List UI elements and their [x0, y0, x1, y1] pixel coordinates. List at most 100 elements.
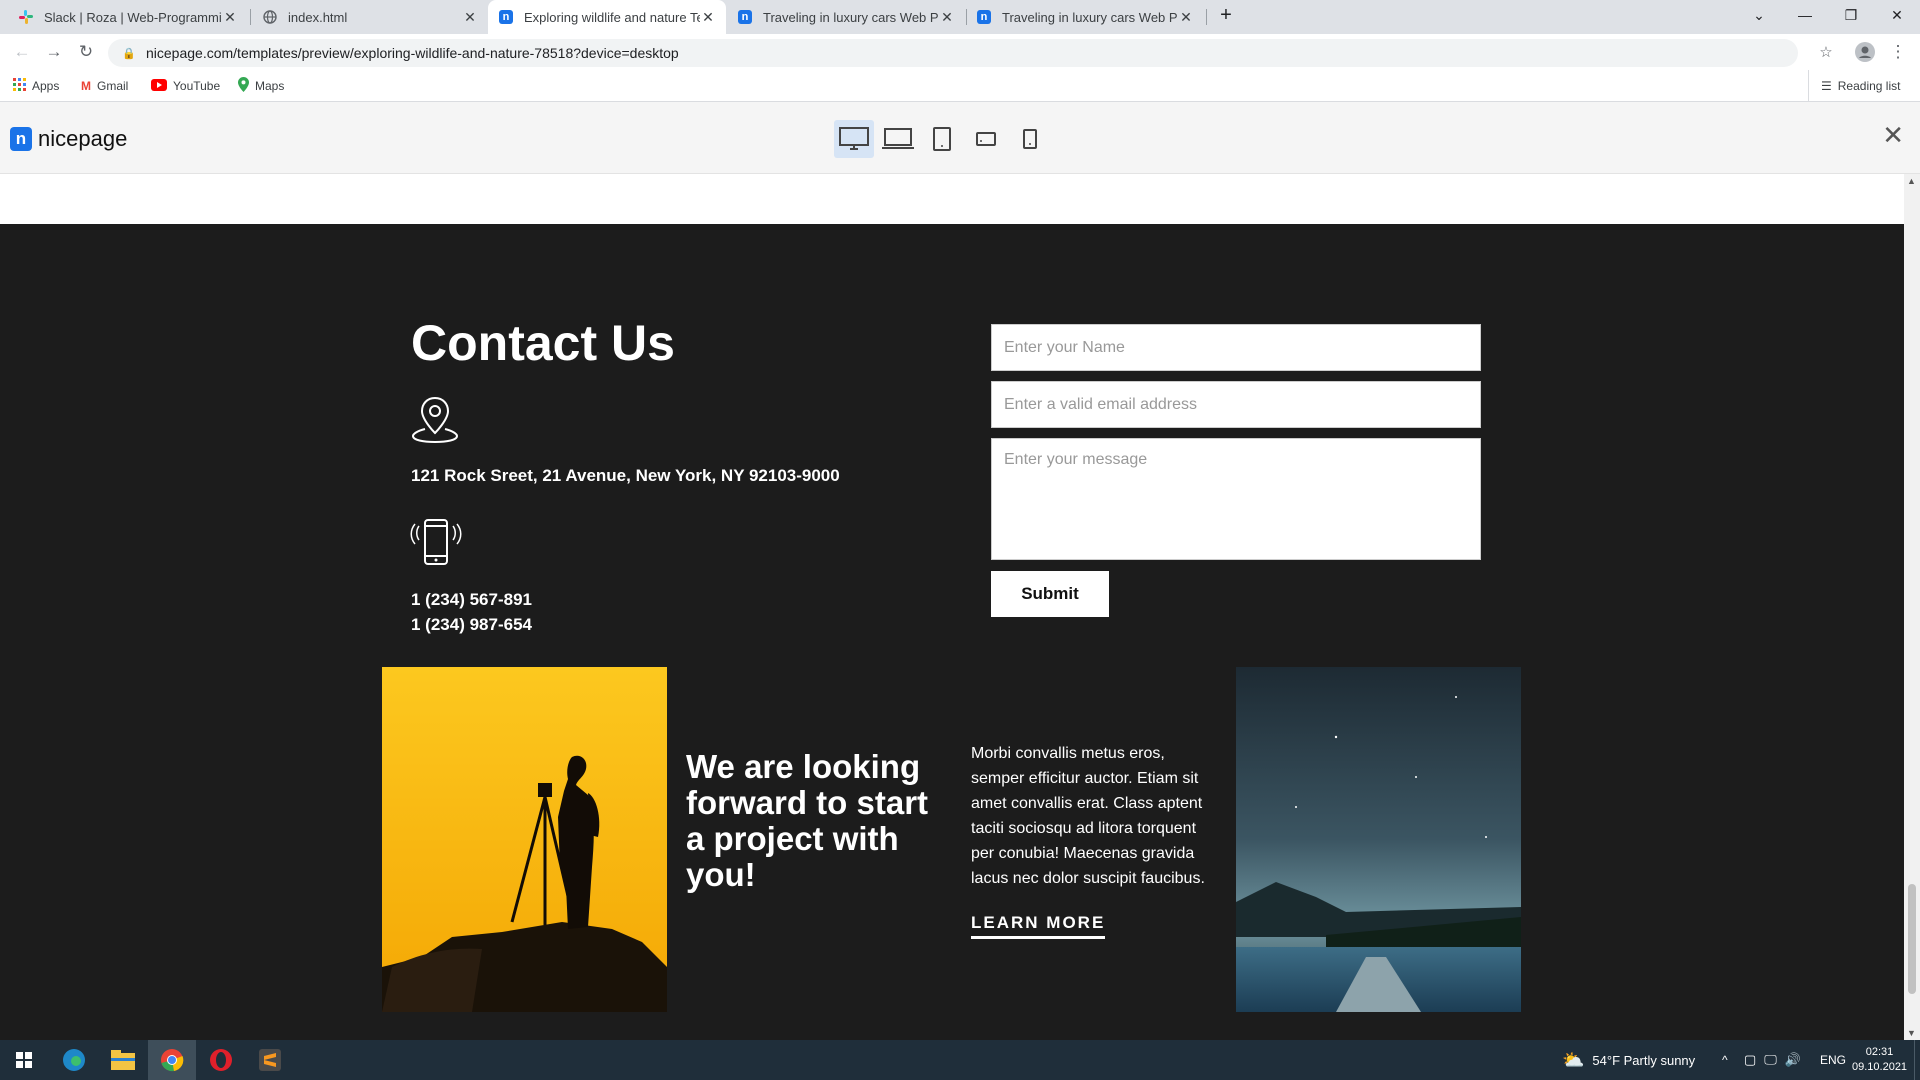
nicepage-preview-bar: n nicepage ✕: [0, 102, 1920, 174]
reload-icon[interactable]: ↻: [74, 40, 98, 64]
meet-now-icon: ▢: [1744, 1052, 1757, 1067]
bookmark-label: Gmail: [97, 79, 129, 93]
close-window-button[interactable]: ✕: [1874, 0, 1920, 30]
close-tab-icon[interactable]: ✕: [700, 9, 716, 26]
windows-taskbar: ⛅ 54°F Partly sunny ^ ▢ 🖵 🔊 ENG 02:31 09…: [0, 1040, 1920, 1080]
email-input[interactable]: Enter a valid email address: [991, 381, 1481, 428]
weather-widget[interactable]: ⛅ 54°F Partly sunny: [1562, 1040, 1695, 1080]
tab-title: Traveling in luxury cars Web Page: [763, 9, 939, 25]
profile-avatar-icon[interactable]: [1853, 40, 1877, 64]
contact-phone-1: 1 (234) 567-891: [411, 590, 532, 609]
bookmark-label: Apps: [32, 79, 60, 93]
minimize-button[interactable]: —: [1782, 0, 1828, 30]
bookmark-gmail[interactable]: M Gmail: [81, 70, 128, 102]
bookmark-maps[interactable]: Maps: [238, 70, 284, 102]
tab-title: Slack | Roza | Web-Programming: [44, 9, 222, 25]
gmail-icon: M: [81, 79, 91, 93]
system-tray-icons[interactable]: ▢ 🖵 🔊: [1744, 1040, 1801, 1080]
page-top-strip: [0, 174, 1904, 224]
desktop-icon[interactable]: [834, 120, 874, 158]
reading-list-label: Reading list: [1837, 79, 1901, 93]
contact-title: Contact Us: [411, 315, 675, 371]
mobile-phone-icon: [410, 516, 462, 573]
bookmark-apps[interactable]: Apps: [13, 70, 59, 102]
network-icon: 🖵: [1764, 1052, 1777, 1067]
url-text: nicepage.com/templates/preview/exploring…: [146, 45, 679, 61]
new-tab-button[interactable]: +: [1203, 0, 1249, 30]
night-lake-image: [1236, 667, 1521, 1012]
tab-luxury-cars-2[interactable]: n Traveling in luxury cars Web Page ✕: [966, 0, 1204, 34]
close-tab-icon[interactable]: ✕: [462, 9, 478, 26]
partly-sunny-icon: ⛅: [1562, 1049, 1585, 1070]
nicepage-logo[interactable]: n nicepage: [10, 126, 127, 152]
phone-icon[interactable]: [1010, 120, 1050, 158]
tab-luxury-cars-1[interactable]: n Traveling in luxury cars Web Page ✕: [727, 0, 965, 34]
url-bar[interactable]: 🔒 nicepage.com/templates/preview/explori…: [108, 39, 1798, 67]
contact-address: 121 Rock Sreet, 21 Avenue, New York, NY …: [411, 466, 840, 485]
nicepage-logo-text: nicepage: [38, 126, 128, 151]
tab-index[interactable]: index.html ✕: [252, 0, 488, 34]
tab-search-icon[interactable]: ⌄: [1736, 0, 1782, 30]
menu-icon[interactable]: ⋮: [1886, 40, 1910, 64]
edge-icon[interactable]: [50, 1040, 98, 1080]
back-icon[interactable]: ←: [10, 40, 34, 64]
tab-title: Traveling in luxury cars Web Page: [1002, 9, 1178, 25]
reading-list-button[interactable]: ☰ Reading list: [1808, 70, 1900, 102]
nicepage-icon: n: [498, 9, 514, 25]
clock-date: 09.10.2021: [1852, 1061, 1908, 1073]
contact-section: Contact Us 121 Rock Sreet, 21 Avenue, Ne…: [0, 224, 1904, 1040]
close-tab-icon[interactable]: ✕: [222, 9, 238, 26]
bookmark-label: YouTube: [173, 79, 221, 93]
page-scrollbar[interactable]: ▲ ▼: [1904, 174, 1920, 1040]
promo-headline: We are looking forward to start a projec…: [686, 748, 929, 893]
tab-slack[interactable]: Slack | Roza | Web-Programming ✕: [8, 0, 248, 34]
scrollbar-thumb[interactable]: [1908, 884, 1916, 994]
location-pin-icon: [410, 394, 460, 449]
bookmark-star-icon[interactable]: ☆: [1814, 40, 1838, 64]
clock[interactable]: 02:31 09.10.2021: [1852, 1040, 1907, 1080]
youtube-icon: [151, 78, 167, 94]
laptop-icon[interactable]: [878, 120, 918, 158]
file-explorer-icon[interactable]: [99, 1040, 147, 1080]
nicepage-icon: n: [976, 9, 992, 25]
bookmark-youtube[interactable]: YouTube: [151, 70, 220, 102]
tab-exploring-wildlife[interactable]: n Exploring wildlife and nature Ten ✕: [488, 0, 726, 34]
sublime-text-icon[interactable]: [246, 1040, 294, 1080]
tab-title: index.html: [288, 9, 348, 25]
submit-button[interactable]: Submit: [991, 571, 1109, 617]
opera-icon[interactable]: [197, 1040, 245, 1080]
promo-paragraph: Morbi convallis metus eros, semper effic…: [971, 745, 1205, 887]
maps-icon: [238, 77, 249, 95]
scroll-down-arrow[interactable]: ▼: [1907, 1028, 1916, 1038]
bookmarks-bar: Apps M Gmail YouTube Maps ☰ Reading list: [0, 70, 1920, 102]
message-textarea[interactable]: Enter your message: [991, 438, 1481, 560]
clock-time: 02:31: [1865, 1046, 1894, 1058]
forward-icon[interactable]: →: [42, 40, 66, 64]
contact-phone-2: 1 (234) 987-654: [411, 615, 532, 634]
tablet-icon[interactable]: [922, 120, 962, 158]
reading-list-icon: ☰: [1821, 79, 1832, 93]
learn-more-link[interactable]: LEARN MORE: [971, 913, 1106, 939]
slack-icon: [18, 9, 34, 25]
nicepage-icon: n: [737, 9, 753, 25]
language-indicator[interactable]: ENG: [1820, 1040, 1846, 1080]
nicepage-logo-icon: n: [10, 127, 32, 151]
show-hidden-icons[interactable]: ^: [1722, 1040, 1728, 1080]
volume-icon: 🔊: [1784, 1052, 1802, 1067]
close-tab-icon[interactable]: ✕: [939, 9, 955, 26]
name-input[interactable]: Enter your Name: [991, 324, 1481, 371]
maximize-button[interactable]: ❐: [1828, 0, 1874, 30]
windows-start-icon[interactable]: [0, 1040, 48, 1080]
tablet-landscape-icon[interactable]: [966, 120, 1006, 158]
chrome-icon[interactable]: [148, 1040, 196, 1080]
weather-text: 54°F Partly sunny: [1592, 1052, 1696, 1068]
address-toolbar: ← → ↻ 🔒 nicepage.com/templates/preview/e…: [0, 34, 1920, 70]
show-desktop-button[interactable]: [1914, 1040, 1920, 1080]
globe-icon: [262, 9, 278, 25]
tab-title: Exploring wildlife and nature Ten: [524, 9, 700, 25]
lock-icon: 🔒: [122, 47, 136, 60]
browser-tab-bar: Slack | Roza | Web-Programming ✕ index.h…: [0, 0, 1920, 34]
close-tab-icon[interactable]: ✕: [1178, 9, 1194, 26]
scroll-up-arrow[interactable]: ▲: [1907, 176, 1916, 186]
close-preview-icon[interactable]: ✕: [1882, 120, 1904, 151]
